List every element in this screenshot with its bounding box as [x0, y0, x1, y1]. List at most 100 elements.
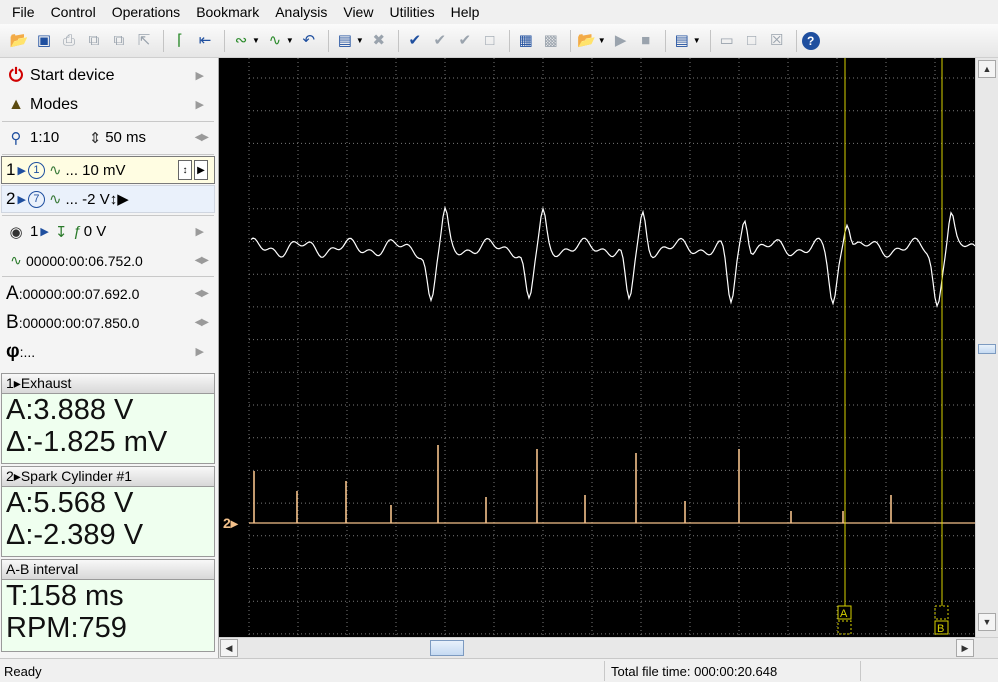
- channel1-zoom-button[interactable]: ↕: [178, 160, 192, 180]
- measurement-body-interval: T:158 ms RPM:759: [1, 580, 215, 652]
- toolbar-separator: [795, 29, 797, 52]
- document-icon[interactable]: □: [479, 30, 501, 52]
- divider: [2, 121, 214, 122]
- channel2-index: 2: [6, 189, 16, 208]
- toolbar-separator: [163, 29, 164, 52]
- interval-time: T:158 ms: [6, 580, 124, 612]
- toolbar-separator: [709, 29, 711, 52]
- abc-stop-icon[interactable]: ■: [635, 30, 657, 52]
- menu-analysis[interactable]: Analysis: [267, 0, 335, 24]
- start-device-row[interactable]: ⏻ Start device ▶: [0, 61, 216, 90]
- chevron-down-icon[interactable]: ▼: [598, 36, 606, 45]
- paste-icon[interactable]: ⧉: [108, 30, 130, 52]
- measurement-header-spark: 2▸Spark Cylinder #1: [1, 466, 215, 487]
- channel1-range: ... 10 mV: [65, 161, 126, 179]
- export-icon[interactable]: ⇱: [133, 30, 155, 52]
- measurement-body-exhaust: A:3.888 V Δ:-1.825 mV: [1, 394, 215, 464]
- chart-icon[interactable]: ▤: [334, 30, 356, 52]
- waveform-icon: ∿: [48, 191, 62, 208]
- horizontal-scroll-thumb[interactable]: [430, 640, 464, 656]
- copy-icon[interactable]: ⧉: [83, 30, 105, 52]
- channel2-range: ... -2 V: [65, 190, 110, 208]
- chevron-down-icon[interactable]: ▼: [286, 36, 294, 45]
- divider: [2, 215, 214, 216]
- cursor-b-row[interactable]: B :00000:00:07.850.0 ◀▶: [0, 308, 216, 337]
- measurement-header-interval: A-B interval: [1, 559, 215, 580]
- save-disk-icon[interactable]: ▣: [33, 30, 55, 52]
- toolbar-separator: [397, 29, 399, 52]
- trace-channel1-exhaust: [250, 205, 975, 308]
- scroll-down-icon[interactable]: ▼: [978, 613, 996, 631]
- trigger-time-row[interactable]: ∿ 00000:00:06.752.0 ◀▶: [0, 246, 216, 275]
- trigger-icon[interactable]: ∾: [230, 30, 252, 52]
- print-icon[interactable]: ⎙: [58, 30, 80, 52]
- delete-icon[interactable]: ✖: [368, 30, 390, 52]
- menu-utilities[interactable]: Utilities: [381, 0, 442, 24]
- menu-bookmark[interactable]: Bookmark: [188, 0, 267, 24]
- menu-view[interactable]: View: [335, 0, 381, 24]
- interval-rpm: RPM:759: [6, 612, 127, 644]
- chevron-right-icon: ▶: [195, 70, 204, 82]
- grid-icon[interactable]: ▦: [515, 30, 537, 52]
- left-right-arrows-icon: ◀▶: [194, 255, 209, 266]
- check-icon[interactable]: ✔: [404, 30, 426, 52]
- menu-operations[interactable]: Operations: [104, 0, 188, 24]
- vertical-scrollbar[interactable]: ▲ ▼: [975, 58, 998, 637]
- abc-list-icon[interactable]: ▤: [671, 30, 693, 52]
- menu-control[interactable]: Control: [43, 0, 104, 24]
- cursor-a-label: A: [840, 608, 848, 620]
- trigger-row[interactable]: ◉ 1 ▶ ↧ ƒ 0 V ▶: [0, 217, 216, 246]
- scroll-right-icon[interactable]: ▶: [956, 639, 974, 657]
- menu-help[interactable]: Help: [443, 0, 488, 24]
- screen-icon[interactable]: ▭: [716, 30, 738, 52]
- channel2-settings[interactable]: 2 ▶ 7 ∿ ... -2 V ↕▶: [1, 185, 215, 213]
- pulse-icon[interactable]: ⌈: [169, 30, 191, 52]
- cursor-a-row[interactable]: A :00000:00:07.692.0 ◀▶: [0, 279, 216, 308]
- chevron-down-icon[interactable]: ▼: [693, 36, 701, 45]
- abc-load-icon[interactable]: 📂: [576, 30, 598, 52]
- menu-file[interactable]: File: [4, 0, 43, 24]
- oscilloscope-display[interactable]: 2▸ A B: [219, 58, 975, 637]
- abc-play-icon[interactable]: ▶: [610, 30, 632, 52]
- vertical-scroll-thumb[interactable]: [978, 344, 996, 354]
- channel2-marker[interactable]: 2▸: [223, 515, 239, 531]
- channel1-next-button[interactable]: ▶: [194, 160, 208, 180]
- toolbar: 📂 ▣ ⎙ ⧉ ⧉ ⇱ ⌈ ⇤ ∾ ▼ ∿ ▼ ↶ ▤ ▼ ✖ ✔ ✔ ✔ □ ▦ ▩…: [0, 24, 998, 58]
- magnifier-icon: ⚲: [10, 129, 22, 147]
- measurement-body-spark: A:5.568 V Δ:-2.389 V: [1, 487, 215, 557]
- start-device-label: Start device: [30, 66, 115, 84]
- control-panel: ⏻ Start device ▶ ▲ Modes ▶ ⚲ 1:10 ⇕ 50 m…: [0, 58, 219, 658]
- status-bar: Ready Total file time: 000:00:20.648: [0, 658, 998, 682]
- modes-icon: ▲: [8, 95, 24, 113]
- scroll-left-icon[interactable]: ◀: [220, 639, 238, 657]
- zoom-icon[interactable]: ⇤: [194, 30, 216, 52]
- modes-row[interactable]: ▲ Modes ▶: [0, 90, 216, 119]
- undo-icon[interactable]: ↶: [298, 30, 320, 52]
- open-folder-icon[interactable]: 📂: [8, 30, 30, 52]
- oscilloscope-canvas[interactable]: 2▸ A B: [219, 58, 975, 637]
- grid: [248, 58, 975, 637]
- status-separator: [860, 661, 861, 681]
- status-total-file-time: Total file time: 000:00:20.648: [611, 664, 778, 679]
- toolbar-separator: [569, 29, 571, 52]
- chevron-right-icon: ▶: [195, 346, 204, 358]
- overlay-icon[interactable]: ▩: [540, 30, 562, 52]
- check-add-icon[interactable]: ✔: [429, 30, 451, 52]
- channel1-settings[interactable]: 1 ▶ 1 ∿ ... 10 mV ↕ ▶: [1, 156, 215, 184]
- scroll-up-icon[interactable]: ▲: [978, 60, 996, 78]
- waveform-icon: ∿: [48, 162, 62, 179]
- timebase-row[interactable]: ⚲ 1:10 ⇕ 50 ms ◀▶: [0, 123, 216, 152]
- check-double-icon[interactable]: ✔: [454, 30, 476, 52]
- channel1-index: 1: [6, 160, 16, 179]
- channel-arrow-icon: ▶: [17, 164, 26, 177]
- signal-icon[interactable]: ∿: [264, 30, 286, 52]
- page-icon[interactable]: □: [741, 30, 763, 52]
- measurement-value: A:5.568 V: [6, 487, 134, 519]
- close-x-icon[interactable]: ☒: [766, 30, 788, 52]
- phase-row[interactable]: φ :... ▶: [0, 337, 216, 366]
- chevron-down-icon[interactable]: ▼: [356, 36, 364, 45]
- help-icon[interactable]: ?: [801, 31, 820, 50]
- chevron-down-icon[interactable]: ▼: [252, 36, 260, 45]
- time-div-icon: ⇕: [88, 129, 102, 147]
- horizontal-scrollbar[interactable]: ◀ ▶: [219, 637, 998, 658]
